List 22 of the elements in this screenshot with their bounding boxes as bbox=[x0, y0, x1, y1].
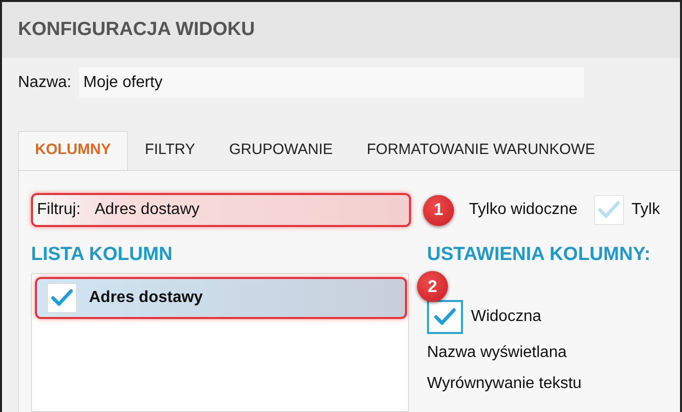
check-icon bbox=[596, 200, 620, 220]
callout-badge: 1 bbox=[423, 194, 454, 226]
section-heading: LISTA KOLUMN bbox=[31, 242, 174, 266]
window-title: KONFIGURACJA WIDOKU bbox=[18, 18, 255, 42]
field-label: Nazwa wyświetlana bbox=[427, 343, 568, 363]
tab[interactable]: FILTRY bbox=[128, 131, 212, 170]
name-field[interactable]: Moje oferty bbox=[79, 67, 584, 98]
tab[interactable]: GRUPOWANIE bbox=[212, 131, 350, 170]
checkbox-label: Tylk bbox=[632, 200, 660, 220]
checkbox-label: Widoczna bbox=[471, 307, 542, 327]
field-label: Nazwa: bbox=[18, 72, 72, 92]
checkbox[interactable] bbox=[427, 300, 463, 334]
check-icon bbox=[50, 288, 74, 308]
filter-field[interactable]: Adres dostawy bbox=[88, 194, 407, 224]
section-heading: USTAWIENIA KOLUMNY: bbox=[427, 242, 650, 266]
tab[interactable]: FORMATOWANIE WARUNKOWE bbox=[350, 131, 612, 170]
row-label: Adres dostawy bbox=[89, 288, 203, 308]
check-icon bbox=[433, 307, 457, 327]
field-label: Wyrównywanie tekstu bbox=[427, 374, 583, 394]
checkbox-label: Tylko widoczne bbox=[469, 200, 578, 220]
callout-badge: 2 bbox=[417, 271, 448, 302]
field-label: Filtruj: bbox=[37, 200, 81, 220]
